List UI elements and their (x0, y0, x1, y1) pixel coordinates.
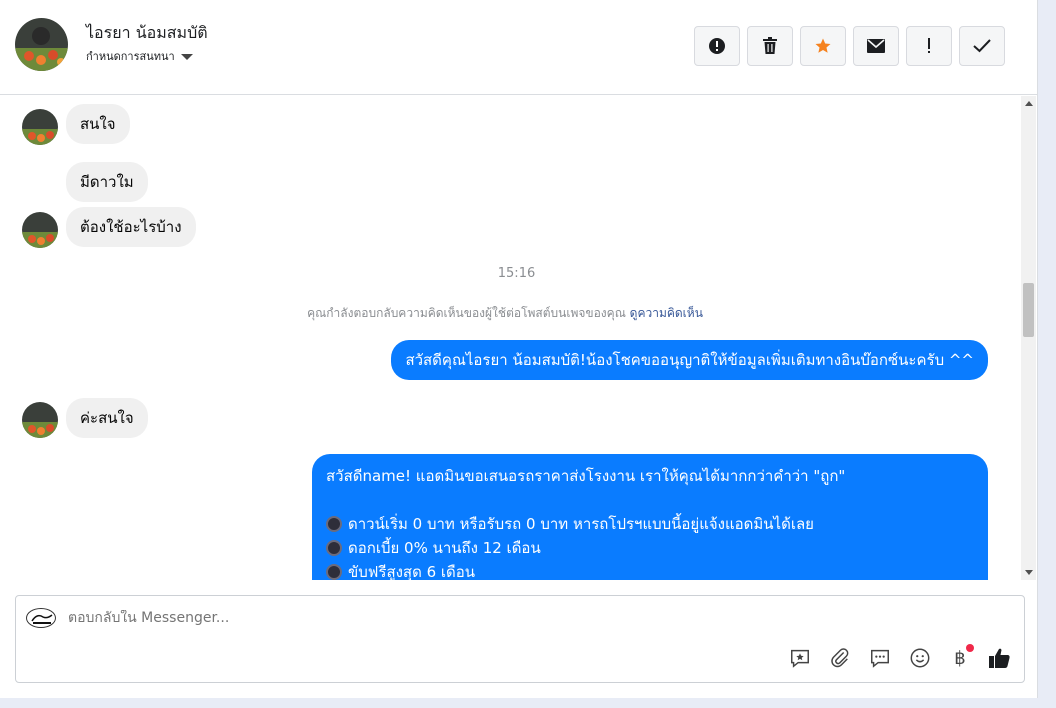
assign-conversation-dropdown[interactable]: กำหนดการสนทนา (86, 47, 193, 65)
message-timestamp: 15:16 (497, 266, 536, 281)
message-bullet: ดอกเบี้ย 0% นานถึง 12 เดือน (326, 536, 974, 560)
reply-input[interactable] (68, 610, 768, 626)
scroll-down-arrow-icon[interactable] (1025, 570, 1033, 575)
message-scrollbar[interactable] (1021, 96, 1036, 580)
message-bullet: ขับฟรีสูงสุด 6 เดือน (326, 560, 974, 580)
incoming-message: ค่ะสนใจ (66, 398, 148, 438)
baht-icon: ฿ (954, 647, 966, 669)
mark-spam-button[interactable] (694, 26, 740, 66)
outgoing-message: สวัสดีคุณไอรยา น้อมสมบัติ!น้องโชคขออนุญา… (391, 340, 988, 380)
caret-down-icon (180, 53, 193, 60)
message-bullet: ดาวน์เริ่ม 0 บาท หรือรับรถ 0 บาท หารถโปร… (326, 512, 974, 536)
mark-done-button[interactable] (959, 26, 1005, 66)
message-thread[interactable]: สนใจ มีดาวใม ต้องใช้อะไรบ้าง 15:16 คุณกำ… (0, 96, 1021, 580)
mark-unread-button[interactable] (853, 26, 899, 66)
attach-file-button[interactable] (828, 646, 852, 670)
scrollbar-thumb[interactable] (1023, 283, 1034, 337)
paperclip-icon (831, 648, 849, 668)
follow-up-button[interactable] (906, 26, 952, 66)
emoji-button[interactable] (908, 646, 932, 670)
saved-reply-icon (791, 649, 809, 668)
message-composer: ฿ (15, 595, 1025, 683)
saved-reply-button[interactable] (788, 646, 812, 670)
thumbs-up-icon (989, 648, 1010, 668)
notification-dot (966, 644, 974, 652)
car-emoji-icon (326, 540, 342, 556)
page-logo (26, 608, 56, 628)
scroll-up-arrow-icon[interactable] (1025, 101, 1033, 106)
view-comment-link[interactable]: ดูความคิดเห็น (630, 306, 703, 320)
smiley-icon (910, 648, 930, 668)
star-button[interactable] (800, 26, 846, 66)
message-avatar (22, 402, 58, 438)
star-icon (815, 38, 831, 53)
notice-text: คุณกำลังตอบกลับความคิดเห็นของผู้ใช้ต่อโพ… (307, 306, 626, 320)
car-emoji-icon (326, 516, 342, 532)
chat-bubble-icon (871, 649, 889, 668)
like-button[interactable] (988, 646, 1012, 670)
quick-replies-button[interactable] (868, 646, 892, 670)
outgoing-message: สวัสดีname! แอดมินขอเสนอรถราคาส่งโรงงาน … (312, 454, 988, 580)
envelope-icon (867, 39, 885, 53)
header-toolbar (694, 26, 1005, 66)
alert-circle-icon (709, 38, 725, 54)
message-avatar (22, 109, 58, 145)
message-line: สวัสดีname! แอดมินขอเสนอรถราคาส่งโรงงาน … (326, 467, 846, 485)
incoming-message: ต้องใช้อะไรบ้าง (66, 207, 196, 247)
assign-conversation-label: กำหนดการสนทนา (86, 50, 175, 63)
message-avatar (22, 212, 58, 248)
trash-icon (763, 37, 777, 54)
comment-reply-notice: คุณกำลังตอบกลับความคิดเห็นของผู้ใช้ต่อโพ… (0, 304, 1010, 323)
check-icon (973, 39, 991, 53)
delete-button[interactable] (747, 26, 793, 66)
conversation-header: ไอรยา น้อมสมบัติ กำหนดการสนทนา (0, 0, 1038, 95)
conversation-panel: ไอรยา น้อมสมบัติ กำหนดการสนทนา สนใจ มีดา… (0, 0, 1038, 698)
incoming-message: สนใจ (66, 104, 130, 144)
incoming-message: มีดาวใม (66, 162, 148, 202)
composer-toolbar: ฿ (788, 644, 1012, 670)
car-emoji-icon (326, 564, 342, 580)
contact-avatar[interactable] (15, 18, 68, 71)
contact-name: ไอรยา น้อมสมบัติ (86, 23, 208, 42)
payment-button[interactable]: ฿ (948, 644, 974, 670)
exclamation-icon (928, 38, 930, 53)
